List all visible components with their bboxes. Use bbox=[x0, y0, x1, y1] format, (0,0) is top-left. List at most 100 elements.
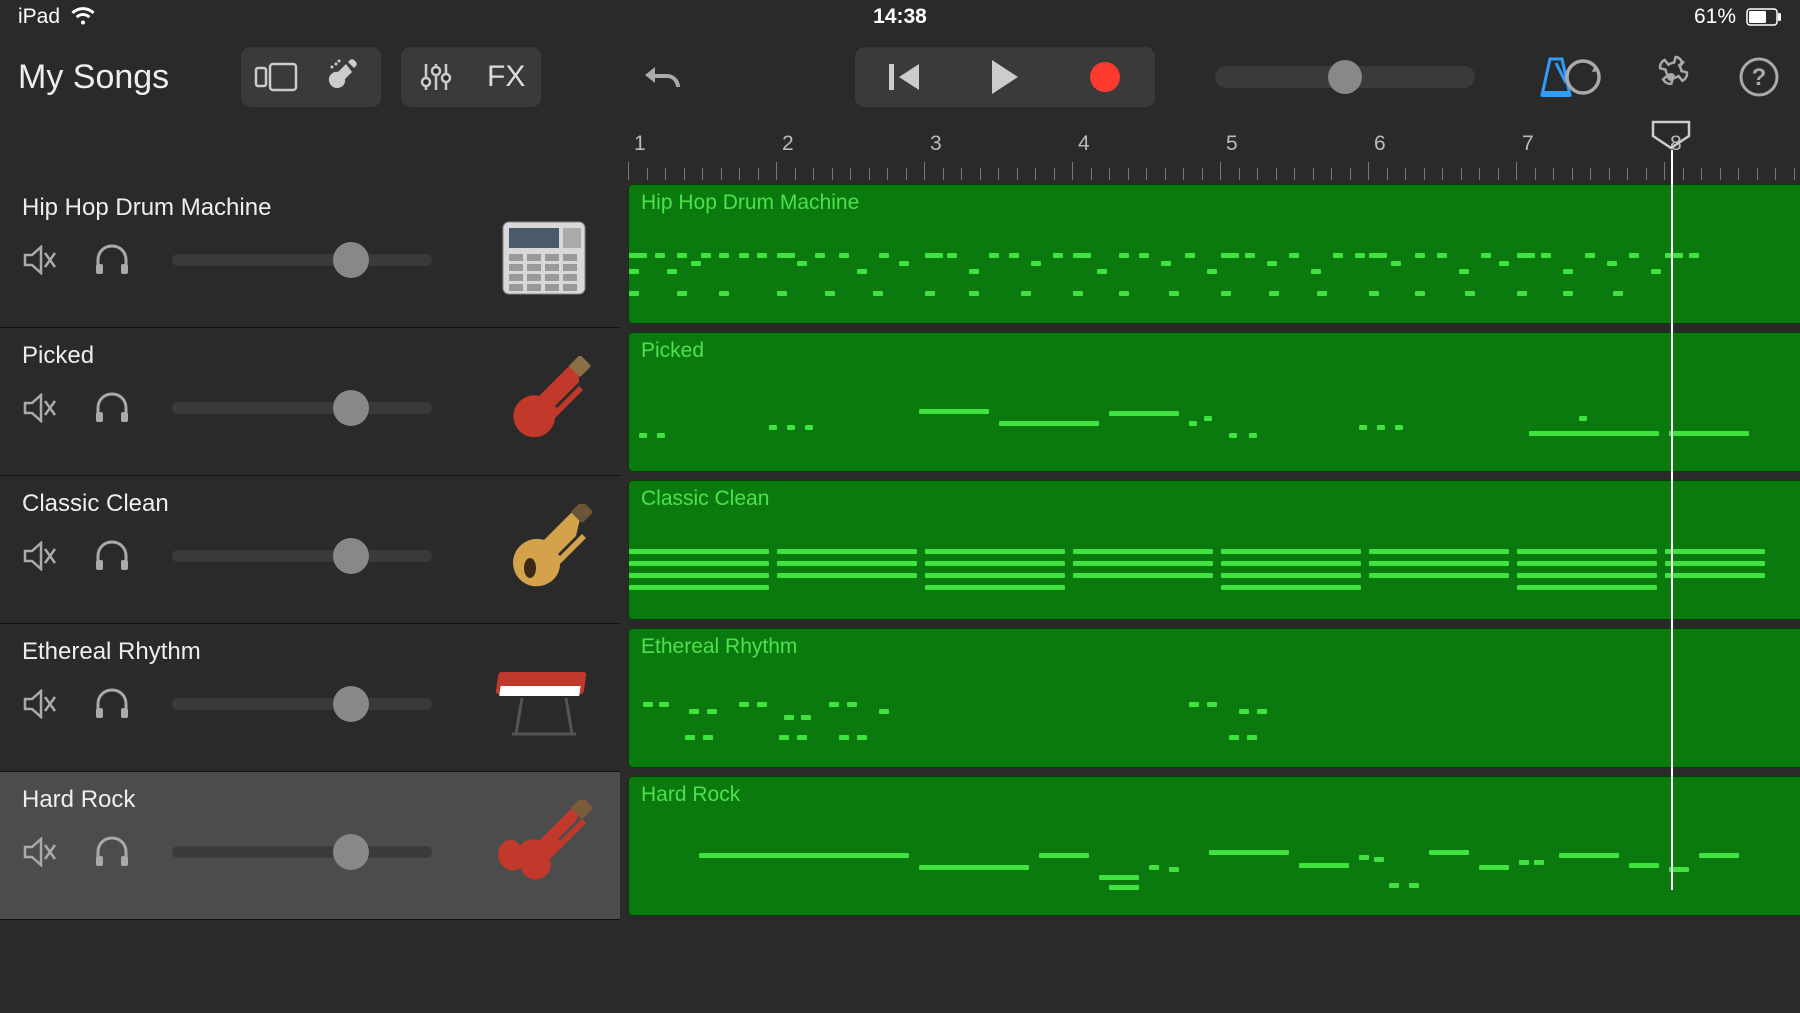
track-row[interactable]: Hard Rock bbox=[0, 772, 620, 920]
midi-note bbox=[629, 573, 769, 578]
midi-region[interactable]: Hip Hop Drum Machine bbox=[628, 184, 1800, 324]
region-label: Hard Rock bbox=[641, 783, 740, 807]
track-view-button[interactable] bbox=[241, 47, 311, 107]
volume-slider[interactable] bbox=[172, 698, 432, 710]
midi-note bbox=[777, 291, 787, 296]
midi-note bbox=[1249, 433, 1257, 438]
slider-thumb[interactable] bbox=[1328, 60, 1362, 94]
midi-note bbox=[857, 269, 867, 274]
midi-note bbox=[1021, 291, 1031, 296]
headphones-button[interactable] bbox=[94, 686, 130, 722]
transport-controls bbox=[855, 47, 1155, 107]
record-button[interactable] bbox=[1055, 47, 1155, 107]
mute-button[interactable] bbox=[22, 538, 58, 574]
page-title[interactable]: My Songs bbox=[18, 58, 169, 97]
midi-note bbox=[1665, 549, 1765, 554]
midi-note bbox=[1395, 425, 1403, 430]
midi-note bbox=[1369, 561, 1509, 566]
midi-note bbox=[739, 702, 749, 707]
midi-note bbox=[757, 253, 767, 258]
volume-slider[interactable] bbox=[172, 846, 432, 858]
midi-note bbox=[1359, 855, 1369, 860]
midi-note bbox=[787, 425, 795, 430]
midi-region[interactable]: Hard Rock bbox=[628, 776, 1800, 916]
midi-note bbox=[719, 253, 729, 258]
volume-slider[interactable] bbox=[172, 254, 432, 266]
midi-note bbox=[999, 421, 1099, 426]
headphones-button[interactable] bbox=[94, 242, 130, 278]
midi-note bbox=[919, 409, 989, 414]
region-label: Ethereal Rhythm bbox=[641, 635, 797, 659]
mute-button[interactable] bbox=[22, 686, 58, 722]
midi-note bbox=[825, 291, 835, 296]
midi-note bbox=[925, 291, 935, 296]
mixer-button[interactable] bbox=[401, 47, 471, 107]
midi-note bbox=[1119, 253, 1129, 258]
midi-note bbox=[657, 433, 665, 438]
undo-button[interactable] bbox=[623, 47, 703, 107]
midi-note bbox=[1629, 863, 1659, 868]
fx-button[interactable]: FX bbox=[471, 47, 541, 107]
electric-guitar-icon[interactable] bbox=[494, 800, 594, 900]
midi-note bbox=[1481, 253, 1491, 258]
midi-note bbox=[1221, 291, 1231, 296]
midi-region[interactable]: Ethereal Rhythm bbox=[628, 628, 1800, 768]
midi-note bbox=[1517, 561, 1657, 566]
mute-button[interactable] bbox=[22, 834, 58, 870]
midi-note bbox=[1267, 261, 1277, 266]
track-row[interactable]: Classic Clean bbox=[0, 476, 620, 624]
headphones-button[interactable] bbox=[94, 538, 130, 574]
midi-region[interactable]: Picked bbox=[628, 332, 1800, 472]
play-button[interactable] bbox=[955, 47, 1055, 107]
svg-text:?: ? bbox=[1752, 64, 1767, 91]
track-row[interactable]: Picked bbox=[0, 328, 620, 476]
track-row[interactable]: Hip Hop Drum Machine bbox=[0, 180, 620, 328]
midi-note bbox=[1257, 709, 1267, 714]
volume-slider[interactable] bbox=[172, 550, 432, 562]
midi-note bbox=[739, 253, 749, 258]
midi-note bbox=[629, 269, 639, 274]
midi-note bbox=[777, 561, 917, 566]
track-row[interactable]: Ethereal Rhythm bbox=[0, 624, 620, 772]
midi-note bbox=[677, 253, 687, 258]
midi-note bbox=[1009, 253, 1019, 258]
headphones-button[interactable] bbox=[94, 390, 130, 426]
timeline-ruler[interactable]: 12345678 bbox=[628, 120, 1800, 180]
loop-button[interactable] bbox=[1560, 54, 1606, 100]
bass-guitar-icon[interactable] bbox=[494, 356, 594, 456]
playhead-marker[interactable] bbox=[1651, 120, 1691, 150]
midi-note bbox=[1534, 860, 1544, 865]
mute-button[interactable] bbox=[22, 390, 58, 426]
help-button[interactable]: ? bbox=[1736, 54, 1782, 100]
midi-note bbox=[815, 253, 825, 258]
midi-note bbox=[1563, 291, 1573, 296]
midi-note bbox=[1207, 269, 1217, 274]
midi-note bbox=[879, 709, 889, 714]
headphones-button[interactable] bbox=[94, 834, 130, 870]
ruler-bar-5: 5 bbox=[1226, 132, 1238, 156]
mute-button[interactable] bbox=[22, 242, 58, 278]
region-label: Hip Hop Drum Machine bbox=[641, 191, 859, 215]
midi-note bbox=[1607, 261, 1617, 266]
midi-note bbox=[1415, 253, 1425, 258]
midi-note bbox=[1221, 253, 1239, 258]
keyboard-icon[interactable] bbox=[494, 652, 594, 752]
midi-note bbox=[639, 433, 647, 438]
midi-note bbox=[1689, 253, 1699, 258]
midi-note bbox=[1665, 561, 1765, 566]
midi-note bbox=[879, 253, 889, 258]
midi-note bbox=[1311, 269, 1321, 274]
hollow-guitar-icon[interactable] bbox=[494, 504, 594, 604]
midi-note bbox=[899, 261, 909, 266]
rewind-button[interactable] bbox=[855, 47, 955, 107]
settings-button[interactable] bbox=[1648, 54, 1694, 100]
drum-machine-icon[interactable] bbox=[494, 208, 594, 308]
toolbar: My Songs FX bbox=[0, 34, 1800, 120]
midi-region[interactable]: Classic Clean bbox=[628, 480, 1800, 620]
master-volume-slider[interactable] bbox=[1215, 66, 1475, 88]
wifi-icon bbox=[70, 7, 96, 27]
instrument-button[interactable] bbox=[311, 47, 381, 107]
volume-slider[interactable] bbox=[172, 402, 432, 414]
midi-note bbox=[1529, 431, 1659, 436]
midi-note bbox=[701, 253, 711, 258]
